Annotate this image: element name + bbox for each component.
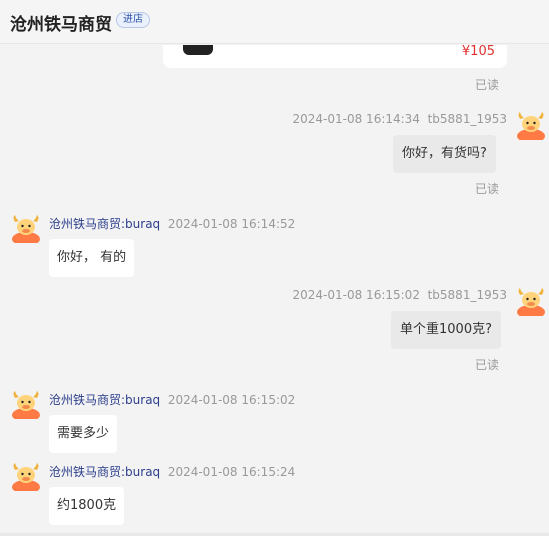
read-status: 已读 (475, 182, 500, 196)
message-meta: 2024-01-08 16:14:34 tb5881_1953 (293, 112, 508, 126)
avatar-icon[interactable] (11, 213, 41, 243)
message-meta: 沧州铁马商贸:buraq 2024-01-08 16:14:52 (49, 215, 295, 232)
message-time: 2024-01-08 16:15:02 (292, 288, 420, 302)
message-meta: 沧州铁马商贸:buraq 2024-01-08 16:15:02 (49, 391, 295, 408)
message-time: 2024-01-08 16:14:34 (292, 112, 420, 126)
message-user: tb5881_1953 (427, 288, 507, 302)
message-bubble: 约1800克 (49, 487, 125, 525)
product-thumbnail (183, 45, 213, 55)
message-meta: 沧州铁马商贸:buraq 2024-01-08 16:15:24 (49, 463, 295, 480)
message-meta: 2024-01-08 16:15:02 tb5881_1953 (293, 288, 508, 302)
message-user: tb5881_1953 (427, 112, 507, 126)
message-time: 2024-01-08 16:14:52 (167, 217, 296, 231)
message-sender[interactable]: 沧州铁马商贸:buraq (49, 465, 160, 479)
avatar-icon[interactable] (11, 389, 41, 419)
message-bubble: 需要多少 (49, 415, 118, 453)
avatar-icon[interactable] (516, 110, 546, 140)
enter-shop-button[interactable]: 进店 (116, 12, 150, 28)
message-time: 2024-01-08 16:15:24 (167, 465, 296, 479)
shop-name: 沧州铁马商贸 (10, 15, 112, 35)
message-time: 2024-01-08 16:15:02 (167, 393, 296, 407)
message-sender[interactable]: 沧州铁马商贸:buraq (49, 393, 160, 407)
avatar-icon[interactable] (11, 461, 41, 491)
product-price: ¥105 (461, 44, 495, 59)
chat-header: 沧州铁马商贸 进店 (0, 0, 549, 44)
product-card[interactable]: ¥105 (163, 45, 507, 68)
read-status: 已读 (475, 78, 500, 92)
message-bubble: 单个重1000克? (391, 311, 501, 349)
message-bubble: 你好， 有的 (49, 239, 135, 277)
message-bubble: 你好，有货吗? (393, 135, 496, 173)
avatar-icon[interactable] (516, 286, 546, 316)
read-status: 已读 (475, 358, 500, 372)
message-sender[interactable]: 沧州铁马商贸:buraq (49, 217, 160, 231)
